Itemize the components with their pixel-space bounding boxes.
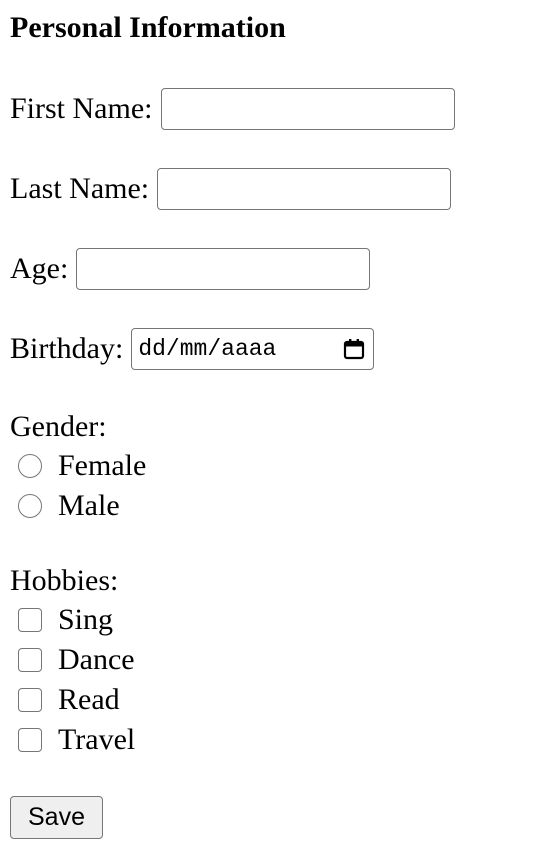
dance-label: Dance [58, 643, 135, 676]
sing-label: Sing [58, 603, 114, 636]
hobby-option-sing[interactable]: Sing [18, 600, 113, 640]
read-label: Read [58, 683, 120, 716]
female-radio[interactable] [18, 454, 42, 478]
last-name-label: Last Name: [10, 172, 150, 205]
dance-checkbox[interactable] [18, 648, 42, 672]
travel-label: Travel [58, 723, 136, 756]
age-input[interactable] [76, 248, 371, 290]
female-label: Female [58, 449, 147, 482]
gender-label: Gender: [10, 410, 107, 443]
hobby-option-travel[interactable]: Travel [18, 720, 135, 760]
birthday-date-input[interactable]: dd/mm/aaaa [131, 328, 375, 370]
last-name-row: Last Name: [10, 168, 452, 210]
first-name-label: First Name: [10, 92, 153, 125]
first-name-input[interactable] [160, 88, 455, 130]
birthday-placeholder: dd/mm/aaaa [138, 336, 277, 362]
hobby-option-read[interactable]: Read [18, 680, 120, 720]
birthday-row: Birthday: dd/mm/aaaa [10, 328, 375, 370]
age-label: Age: [10, 252, 69, 285]
save-button[interactable]: Save [10, 796, 103, 839]
birthday-label: Birthday: [10, 332, 124, 365]
sing-checkbox[interactable] [18, 608, 42, 632]
gender-option-female[interactable]: Female [18, 446, 146, 486]
age-row: Age: [10, 248, 371, 290]
first-name-row: First Name: [10, 88, 455, 130]
hobbies-label: Hobbies: [10, 564, 119, 597]
hobby-option-dance[interactable]: Dance [18, 640, 135, 680]
travel-checkbox[interactable] [18, 728, 42, 752]
male-label: Male [58, 489, 120, 522]
last-name-input[interactable] [157, 168, 452, 210]
read-checkbox[interactable] [18, 688, 42, 712]
form-title: Personal Information [10, 11, 286, 44]
gender-option-male[interactable]: Male [18, 486, 120, 526]
male-radio[interactable] [18, 494, 42, 518]
calendar-icon[interactable] [342, 337, 366, 361]
